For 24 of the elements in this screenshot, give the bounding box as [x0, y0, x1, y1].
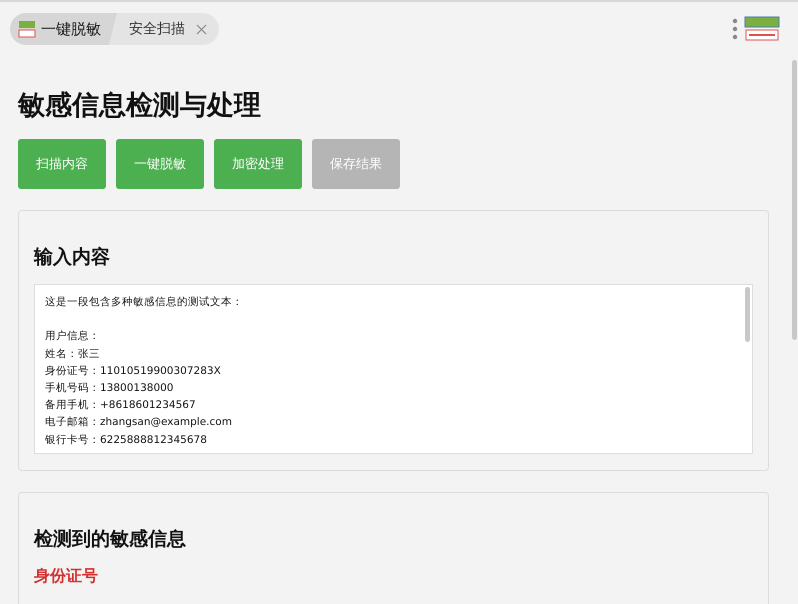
text-line: 手机号码：13800138000	[45, 381, 174, 396]
app-logo-icon	[744, 15, 780, 43]
tab[interactable]: 一键脱敏	[10, 13, 117, 45]
more-menu-icon[interactable]	[732, 18, 738, 40]
tab[interactable]: 安全扫描	[117, 13, 219, 45]
app-logo-icon	[18, 20, 36, 38]
action-button[interactable]: 扫描内容	[18, 139, 106, 189]
text-line: 银行卡号：6225888812345678	[45, 432, 208, 448]
text-input-field[interactable]: 这是一段包含多种敏感信息的测试文本： 用户信息： 姓名：张三 身份证号：11010519900307283X 手机号码：13800138000 备用手机：+8618601234567 电子邮箱：zhangsan@example.com 银行卡号：6225888812345678	[34, 284, 753, 454]
text-line: 备用手机：+8618601234567	[45, 398, 197, 414]
page-title: 敏感信息检测与处理	[18, 89, 262, 123]
text-line: 这是一段包含多种敏感信息的测试文本：	[45, 295, 244, 310]
text-line: 电子邮箱：zhangsan@example.com	[45, 415, 233, 430]
category-heading: 身份证号	[34, 566, 99, 587]
scrollbar[interactable]	[792, 60, 797, 340]
text-line: 用户信息：	[45, 329, 101, 344]
text-line: 姓名：张三	[45, 346, 101, 362]
card-heading: 输入内容	[34, 245, 111, 270]
card-heading: 检测到的敏感信息	[34, 527, 187, 552]
close-icon[interactable]	[196, 24, 207, 34]
text-line: 身份证号：11010519900307283X	[45, 364, 222, 379]
action-button[interactable]: 加密处理	[214, 139, 302, 189]
scrollbar[interactable]	[745, 287, 750, 342]
action-button[interactable]: 一键脱敏	[116, 139, 204, 189]
